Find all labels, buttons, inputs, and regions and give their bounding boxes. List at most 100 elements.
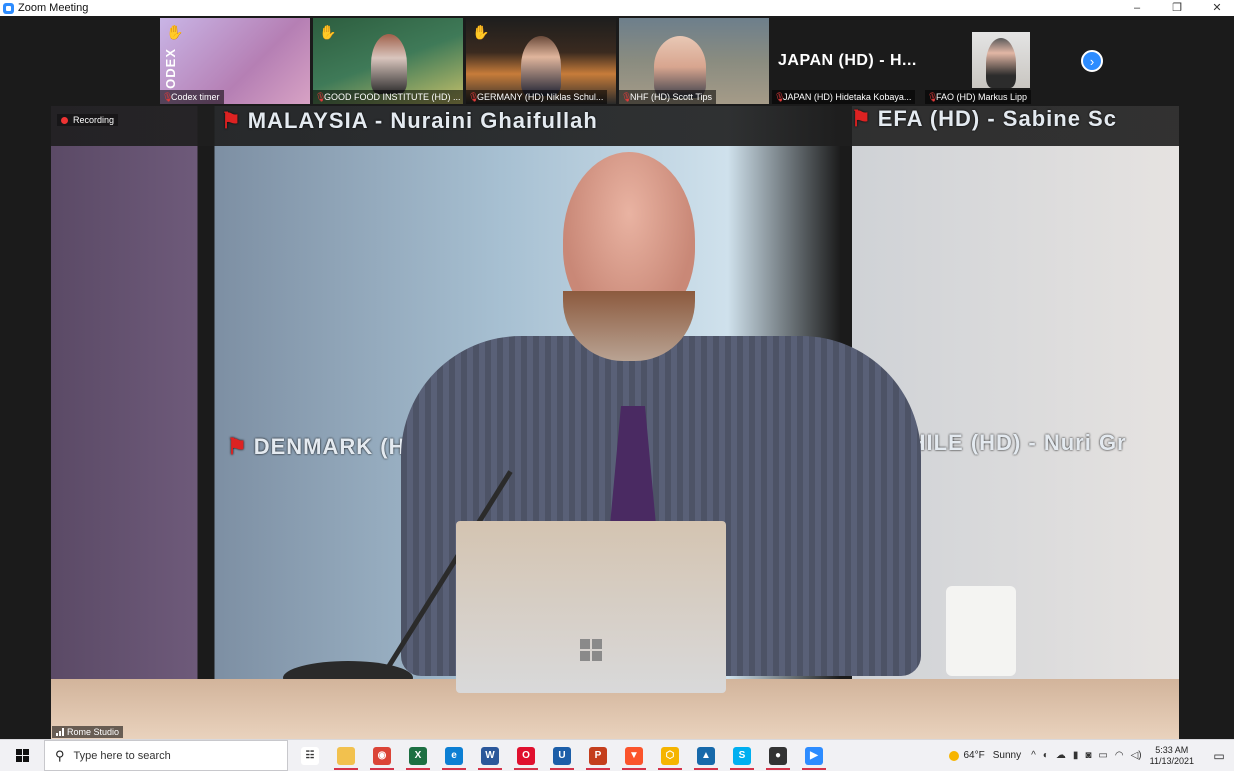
participant-tile-fao[interactable]: 🎙FAO (HD) Markus Lipp [925,18,1075,104]
edge-icon[interactable]: e [436,740,472,771]
photos-icon[interactable]: ▲ [688,740,724,771]
video-wall-banner: ⚑ DENMARK (H [227,434,406,459]
system-tray: 64°F Sunny ^ ◐ ☁ ▮ ◙ ▭ ◠ ◁) 5:33 AM 11/1… [949,740,1234,771]
excel-icon-glyph: X [409,746,427,765]
record-dot-icon [61,116,68,124]
hexagon-app-icon-glyph: ⬡ [661,746,679,765]
mic-muted-icon: 🎙 [927,92,939,102]
participant-name-label: 🎙Codex timer [160,90,224,104]
mic-muted-icon: 🎙 [468,92,480,102]
participant-thumbnail-strip: ✋ ODEX 🎙Codex timer ✋ 🎙GOOD FOOD INSTITU… [160,18,1075,104]
brave-icon[interactable]: ▼ [616,740,652,771]
skype-icon[interactable]: S [724,740,760,771]
tray-icons: ^ ◐ ☁ ▮ ◙ ▭ ◠ ◁) [1031,750,1142,761]
hexagon-app-icon[interactable]: ⬡ [652,740,688,771]
zoom-icon[interactable]: ▶ [796,740,832,771]
cloud-icon[interactable]: ☁ [1056,750,1066,761]
chevron-right-icon[interactable]: › [1081,50,1103,72]
raised-hand-icon: ✋ [472,24,490,40]
task-view-icon-glyph: ☷ [301,746,319,765]
window-title: Zoom Meeting [18,2,89,14]
sun-icon [949,750,960,761]
recording-indicator[interactable]: Recording [57,114,119,126]
participant-tile-codex-timer[interactable]: ✋ ODEX 🎙Codex timer [160,18,310,104]
participant-tile-nhf[interactable]: 🎙NHF (HD) Scott Tips [619,18,769,104]
chevron-up-icon[interactable]: ^ [1031,750,1036,761]
zoom-icon-glyph: ▶ [805,746,823,765]
skype-icon-glyph: S [733,746,751,765]
word-icon[interactable]: W [472,740,508,771]
powerpoint-icon[interactable]: P [580,740,616,771]
opera-icon-glyph: O [517,746,535,765]
u-app-icon[interactable]: U [544,740,580,771]
window-controls: – ❐ ✕ [1130,0,1224,16]
raised-hand-icon: ✋ [319,24,337,40]
laptop [456,521,726,693]
excel-icon[interactable]: X [400,740,436,771]
taskbar-clock[interactable]: 5:33 AM 11/13/2021 [1150,745,1194,767]
participant-name-label: 🎙GERMANY (HD) Niklas Schul... [466,90,608,104]
word-icon-glyph: W [481,746,499,765]
maximize-button[interactable]: ❐ [1170,0,1184,16]
speaker-icon[interactable]: ◁) [1131,750,1142,761]
codex-logo-text: ODEX [163,48,178,89]
start-button[interactable] [0,740,44,771]
participant-name-label: 🎙JAPAN (HD) Hidetaka Kobaya... [772,90,916,104]
participant-name-label: 🎙GOOD FOOD INSTITUTE (HD) ... [313,90,463,104]
chrome-icon[interactable]: ◉ [364,740,400,771]
speaker-name-label: Rome Studio [52,726,124,738]
notification-icon[interactable]: ▭ [1204,749,1234,763]
minimize-button[interactable]: – [1130,0,1144,16]
brave-icon-glyph: ▼ [625,746,643,765]
windows-taskbar: ⚲ Type here to search ☷ ▇ ◉ Xe W O U P ▼ ⬡ ▲ S ● ▶ 64… [0,739,1234,771]
participant-tile-japan[interactable]: JAPAN (HD) - H... 🎙JAPAN (HD) Hidetaka K… [772,18,922,104]
windows-logo-icon [580,639,602,661]
participant-name-placeholder: JAPAN (HD) - H... [778,52,917,69]
meet-now-icon[interactable]: ◐ [1043,750,1049,761]
battery-icon[interactable]: ▭ [1098,750,1107,761]
task-view-icon[interactable]: ☷ [292,740,328,771]
participant-tile-good-food-institute[interactable]: ✋ 🎙GOOD FOOD INSTITUTE (HD) ... [313,18,463,104]
video-wall-banner: ⚑ MALAYSIA - Nuraini Ghaifullah [221,108,598,133]
file-explorer-icon-glyph: ▇ [337,746,355,765]
clock-time: 5:33 AM [1155,744,1189,755]
wifi-icon[interactable]: ◠ [1115,750,1124,761]
close-button[interactable]: ✕ [1210,0,1224,16]
file-explorer-icon[interactable]: ▇ [328,740,364,771]
mug [946,586,1016,676]
participant-video [521,36,561,96]
raised-hand-icon: ✋ [166,24,184,40]
edge-icon-glyph: e [445,746,463,765]
participant-video [371,34,407,94]
participant-profile-picture [972,32,1030,88]
clock-date: 11/13/2021 [1149,755,1194,766]
signal-bars-icon [56,728,64,736]
windows-start-icon [15,749,29,762]
media-player-icon[interactable]: ● [760,740,796,771]
zoom-app-icon [3,2,14,14]
u-app-icon-glyph: U [553,746,571,765]
mic-muted-icon: 🎙 [315,92,327,102]
weather-widget[interactable]: 64°F Sunny [949,750,1021,761]
search-icon: ⚲ [55,747,65,763]
taskbar-search-box[interactable]: ⚲ Type here to search [44,740,288,771]
taskbar-pinned-apps: ☷ ▇ ◉ Xe W O U P ▼ ⬡ ▲ S ● ▶ [292,740,832,771]
video-wall-banner: ⚑ EFA (HD) - Sabine Sc [851,106,1117,131]
mic-muted-icon: 🎙 [774,92,786,102]
media-player-icon-glyph: ● [769,746,787,765]
window-titlebar: Zoom Meeting – ❐ ✕ [0,0,1234,16]
mic-muted-icon: 🎙 [162,92,174,102]
chrome-icon-glyph: ◉ [373,746,391,765]
participant-name-label: 🎙NHF (HD) Scott Tips [619,90,717,104]
photos-icon-glyph: ▲ [697,746,715,765]
participant-video [654,36,706,98]
camera-icon[interactable]: ◙ [1085,750,1091,761]
powerpoint-icon-glyph: P [589,746,607,765]
participant-name-label: 🎙FAO (HD) Markus Lipp [925,90,1032,104]
opera-icon[interactable]: O [508,740,544,771]
search-placeholder: Type here to search [73,749,171,762]
mic-muted-icon: 🎙 [621,92,633,102]
participant-tile-germany[interactable]: ✋ 🎙GERMANY (HD) Niklas Schul... [466,18,616,104]
usb-icon[interactable]: ▮ [1073,750,1079,761]
meeting-stage: ✋ ODEX 🎙Codex timer ✋ 🎙GOOD FOOD INSTITU… [0,16,1234,739]
